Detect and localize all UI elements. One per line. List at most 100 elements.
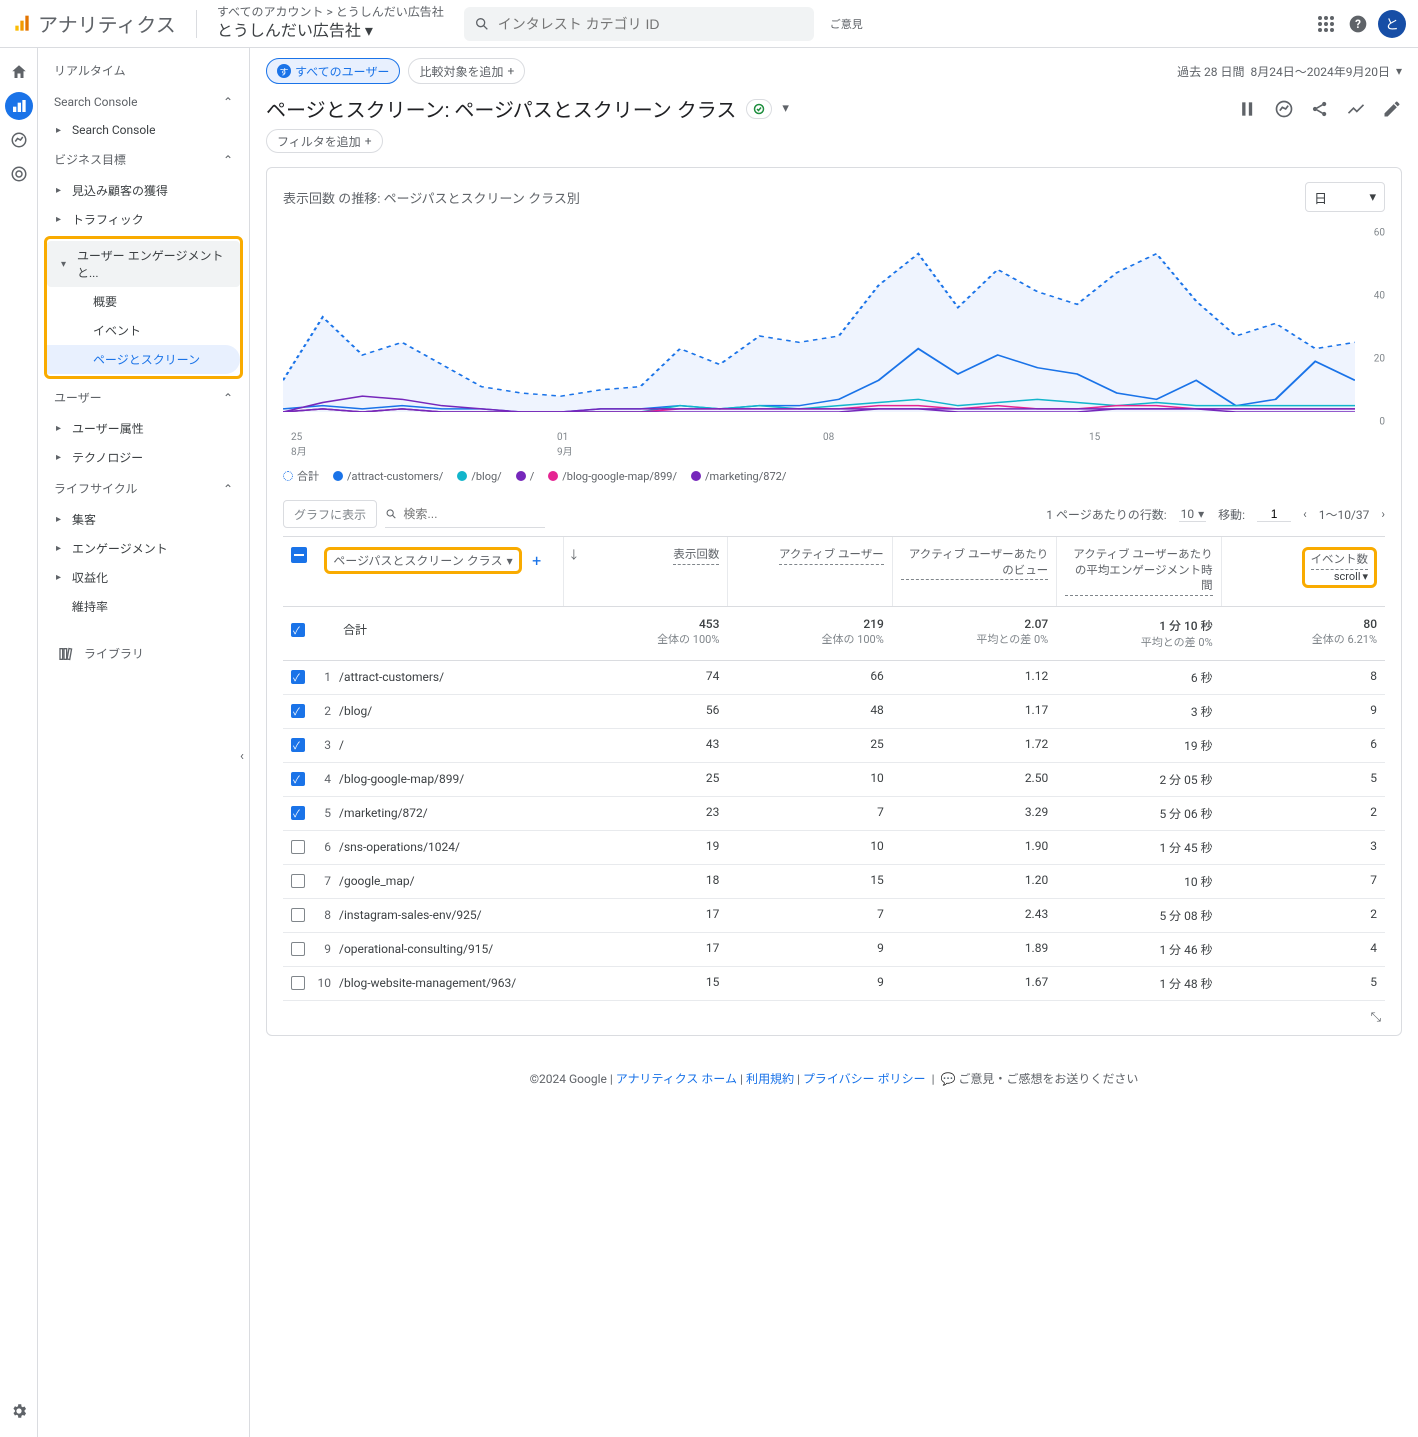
table-row[interactable]: 6 /sns-operations/1024/ 19 10 1.90 1 分 4…	[283, 831, 1385, 865]
sidebar-item-leads[interactable]: ▸見込み顧客の獲得	[42, 176, 245, 205]
sidebar-item-monetization[interactable]: ▸収益化	[42, 563, 245, 592]
sidebar-item-engagement-lc[interactable]: ▸エンゲージメント	[42, 534, 245, 563]
share-icon[interactable]	[1310, 99, 1330, 119]
sidebar-realtime[interactable]: リアルタイム	[42, 54, 245, 87]
table-row[interactable]: 5 /marketing/872/ 23 7 3.29 5 分 06 秒 2	[283, 797, 1385, 831]
table-row[interactable]: 4 /blog-google-map/899/ 25 10 2.50 2 分 0…	[283, 763, 1385, 797]
search-bar[interactable]	[464, 7, 814, 41]
totals-checkbox[interactable]	[291, 623, 305, 637]
totals-row: 合計 453全体の 100% 219全体の 100% 2.07平均との差 0% …	[283, 607, 1385, 661]
insights-icon[interactable]	[1274, 99, 1294, 119]
sidebar-item-retention[interactable]: 維持率	[42, 592, 245, 621]
account-picker[interactable]: すべてのアカウント > とうしんだい広告社 とうしんだい広告社▾	[217, 5, 444, 41]
legend-item[interactable]: /marketing/872/	[691, 468, 786, 484]
sidebar-group-user[interactable]: ユーザー⌃	[42, 381, 245, 414]
table-search-input[interactable]	[403, 507, 545, 521]
sidebar-group-business[interactable]: ビジネス目標⌃	[42, 143, 245, 176]
sidebar-sub-overview[interactable]: 概要	[47, 287, 240, 316]
col-active-users[interactable]: アクティブ ユーザー	[727, 537, 891, 606]
sidebar-item-traffic[interactable]: ▸トラフィック	[42, 205, 245, 234]
row-checkbox[interactable]	[291, 874, 305, 888]
page-next-icon[interactable]: ›	[1381, 507, 1385, 521]
rail-advertising-icon[interactable]	[5, 160, 33, 188]
chevron-up-icon: ⌃	[223, 153, 233, 167]
footer-link-privacy[interactable]: プライバシー ポリシー	[803, 1072, 926, 1086]
row-checkbox[interactable]	[291, 840, 305, 854]
page-prev-icon[interactable]: ‹	[1303, 507, 1307, 521]
rail-reports-icon[interactable]	[5, 92, 33, 120]
legend-item[interactable]: /attract-customers/	[333, 468, 443, 484]
status-pill[interactable]	[746, 99, 772, 119]
legend-item[interactable]: /blog/	[457, 468, 501, 484]
expand-icon[interactable]: ⤡	[1371, 1010, 1381, 1025]
table-row[interactable]: 1 /attract-customers/ 74 66 1.12 6 秒 8	[283, 661, 1385, 695]
row-checkbox[interactable]	[291, 772, 305, 786]
rail-admin-icon[interactable]	[5, 1397, 33, 1425]
sidebar-sub-events[interactable]: イベント	[47, 316, 240, 345]
table-row[interactable]: 10 /blog-website-management/963/ 15 9 1.…	[283, 967, 1385, 1001]
footer-feedback[interactable]: ご意見・ご感想をお送りください	[958, 1072, 1138, 1086]
sidebar-sub-pages-screens[interactable]: ページとスクリーン	[47, 345, 240, 374]
table-row[interactable]: 2 /blog/ 56 48 1.17 3 秒 9	[283, 695, 1385, 729]
footer-link-home[interactable]: アナリティクス ホーム	[616, 1072, 737, 1086]
rows-per-page-select[interactable]: 10▾	[1179, 507, 1207, 522]
edit-icon[interactable]	[1382, 99, 1402, 119]
comparison-row: すすべてのユーザー 比較対象を追加+ 過去 28 日間 8月24日～2024年9…	[266, 58, 1402, 84]
chevron-down-icon[interactable]: ▾	[782, 101, 789, 116]
row-checkbox[interactable]	[291, 806, 305, 820]
brand-logo[interactable]: アナリティクス	[12, 9, 176, 38]
table-row[interactable]: 8 /instagram-sales-env/925/ 17 7 2.43 5 …	[283, 899, 1385, 933]
plot-button[interactable]: グラフに表示	[283, 500, 377, 528]
select-all-checkbox[interactable]	[291, 547, 307, 563]
date-range-picker[interactable]: 過去 28 日間 8月24日～2024年9月20日 ▾	[1177, 63, 1402, 80]
sidebar-item-acquisition[interactable]: ▸集客	[42, 505, 245, 534]
col-views[interactable]: ↓表示回数	[563, 537, 727, 606]
add-filter-chip[interactable]: フィルタを追加+	[266, 129, 383, 153]
row-checkbox[interactable]	[291, 704, 305, 718]
dimension-picker[interactable]: ページパスとスクリーン クラス▾	[333, 552, 512, 569]
row-path: /google_map/	[339, 874, 415, 888]
customize-icon[interactable]	[1238, 99, 1258, 119]
sidebar-item-tech[interactable]: ▸テクノロジー	[42, 443, 245, 472]
avatar[interactable]: と	[1378, 10, 1406, 38]
sidebar-group-lifecycle[interactable]: ライフサイクル⌃	[42, 472, 245, 505]
help-icon[interactable]: ?	[1346, 12, 1370, 36]
event-picker[interactable]: scroll▾	[1334, 570, 1368, 583]
add-dimension-button[interactable]: +	[528, 552, 546, 570]
table-row[interactable]: 9 /operational-consulting/915/ 17 9 1.89…	[283, 933, 1385, 967]
search-input[interactable]	[498, 16, 804, 32]
sidebar-item-engagement[interactable]: ▾ユーザー エンゲージメントと...	[47, 241, 240, 287]
chevron-up-icon: ⌃	[223, 391, 233, 405]
row-checkbox[interactable]	[291, 942, 305, 956]
line-chart[interactable]	[283, 222, 1355, 412]
chip-add-comparison[interactable]: 比較対象を追加+	[408, 58, 525, 84]
chip-all-users[interactable]: すすべてのユーザー	[266, 58, 400, 84]
col-avg-engagement[interactable]: アクティブ ユーザーあたりの平均エンゲージメント時間	[1056, 537, 1220, 606]
sidebar-library[interactable]: ライブラリ	[42, 637, 245, 670]
sidebar-collapse-icon[interactable]: ‹	[233, 743, 250, 771]
sidebar-item-user-attr[interactable]: ▸ユーザー属性	[42, 414, 245, 443]
table-row[interactable]: 3 / 43 25 1.72 19 秒 6	[283, 729, 1385, 763]
sidebar-item-search-console[interactable]: ▸Search Console	[42, 117, 245, 143]
col-event-count[interactable]: イベント数 scroll▾	[1221, 537, 1385, 606]
row-checkbox[interactable]	[291, 738, 305, 752]
sidebar-group-search-console[interactable]: Search Console⌃	[42, 87, 245, 117]
row-checkbox[interactable]	[291, 670, 305, 684]
footer-feedback-icon: 💬	[940, 1072, 955, 1086]
table-row[interactable]: 7 /google_map/ 18 15 1.20 10 秒 7	[283, 865, 1385, 899]
rail-home-icon[interactable]	[5, 58, 33, 86]
feedback-link[interactable]: ご意見	[830, 16, 863, 32]
apps-icon[interactable]	[1314, 12, 1338, 36]
trend-icon[interactable]	[1346, 99, 1366, 119]
rail-explore-icon[interactable]	[5, 126, 33, 154]
row-checkbox[interactable]	[291, 908, 305, 922]
footer-link-terms[interactable]: 利用規約	[746, 1072, 794, 1086]
granularity-select[interactable]: 日▾	[1305, 182, 1385, 212]
legend-item[interactable]: /	[516, 468, 535, 484]
legend-item[interactable]: /blog-google-map/899/	[548, 468, 677, 484]
goto-input[interactable]	[1257, 507, 1291, 522]
legend-item[interactable]: 合計	[283, 468, 319, 484]
col-views-per-user[interactable]: アクティブ ユーザーあたりのビュー	[892, 537, 1056, 606]
table-search[interactable]	[385, 500, 545, 528]
row-checkbox[interactable]	[291, 976, 305, 990]
